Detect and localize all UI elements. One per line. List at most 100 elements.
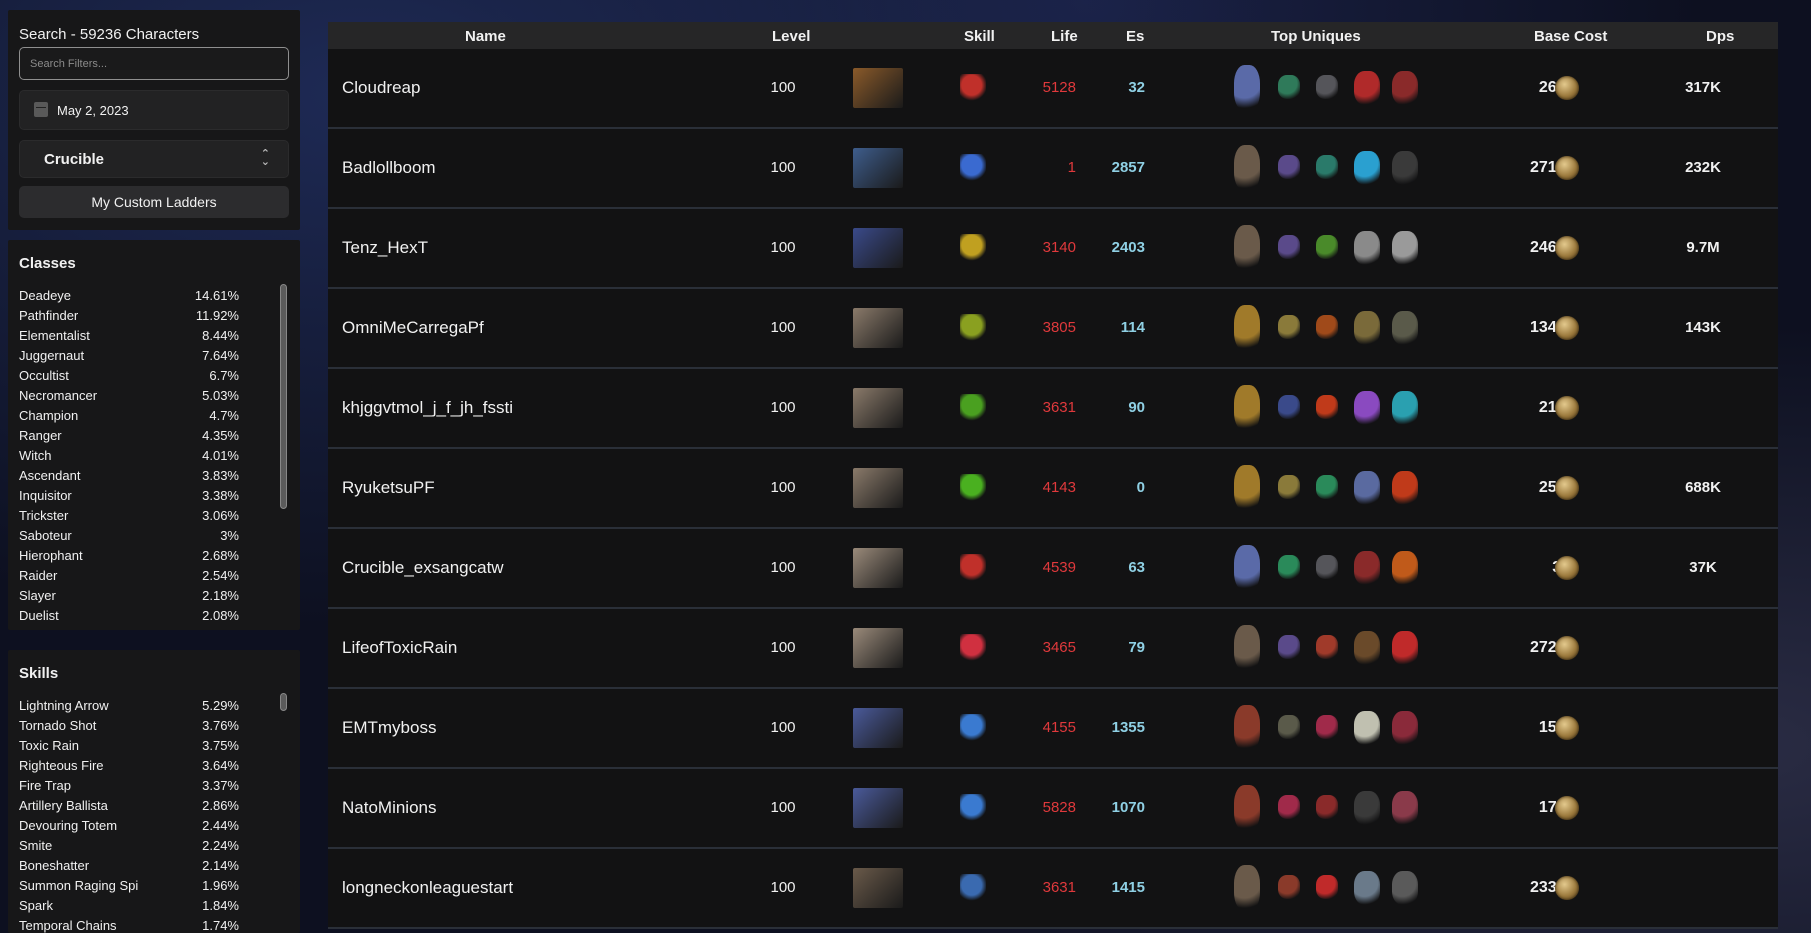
skill-item[interactable]: Artillery Ballista 2.86% [19,796,239,816]
unique-item-icon[interactable] [1234,705,1260,751]
unique-item-icon[interactable] [1354,711,1380,745]
unique-item-icon[interactable] [1316,555,1338,579]
unique-item-icon[interactable] [1316,155,1338,179]
class-item[interactable]: Saboteur 3% [19,526,239,546]
header-level[interactable]: Level [772,28,810,45]
unique-item-icon[interactable] [1234,625,1260,671]
unique-item-icon[interactable] [1278,875,1300,899]
class-item[interactable]: Ranger 4.35% [19,426,239,446]
unique-item-icon[interactable] [1234,465,1260,511]
unique-item-icon[interactable] [1392,471,1418,505]
unique-item-icon[interactable] [1316,475,1338,499]
unique-item-icon[interactable] [1392,791,1418,825]
character-name[interactable]: Badlollboom [342,129,436,207]
class-item[interactable]: Witch 4.01% [19,446,239,466]
class-item[interactable]: Inquisitor 3.38% [19,486,239,506]
character-name[interactable]: Tenz_HexT [342,209,428,287]
unique-item-icon[interactable] [1354,871,1380,905]
unique-item-icon[interactable] [1316,795,1338,819]
class-item[interactable]: Slayer 2.18% [19,586,239,606]
table-row[interactable]: longneckonleaguestart 100 3631 1415 233.4 [328,849,1778,929]
class-item[interactable]: Raider 2.54% [19,566,239,586]
skill-item[interactable]: Spark 1.84% [19,896,239,916]
unique-item-icon[interactable] [1316,235,1338,259]
unique-item-icon[interactable] [1234,785,1260,831]
header-dps[interactable]: Dps [1706,28,1734,45]
unique-item-icon[interactable] [1278,795,1300,819]
character-name[interactable]: Crucible_exsangcatw [342,529,504,607]
unique-item-icon[interactable] [1392,631,1418,665]
skill-item[interactable]: Smite 2.24% [19,836,239,856]
skill-item[interactable]: Toxic Rain 3.75% [19,736,239,756]
header-skill[interactable]: Skill [964,28,995,45]
unique-item-icon[interactable] [1392,151,1418,185]
table-row[interactable]: Crucible_exsangcatw1004539633337K [328,529,1778,609]
skills-scroll-thumb[interactable] [280,693,287,711]
header-uniques[interactable]: Top Uniques [1271,28,1361,45]
class-item[interactable]: Duelist 2.08% [19,606,239,626]
unique-item-icon[interactable] [1354,311,1380,345]
table-row[interactable]: LifeofToxicRain 100 3465 79 272.9 [328,609,1778,689]
unique-item-icon[interactable] [1316,715,1338,739]
header-base-cost[interactable]: Base Cost [1534,28,1607,45]
unique-item-icon[interactable] [1316,315,1338,339]
unique-item-icon[interactable] [1354,71,1380,105]
unique-item-icon[interactable] [1234,65,1260,111]
header-name[interactable]: Name [465,28,506,45]
table-row[interactable]: Badlollboom 100 1 2857 271.8 232K [328,129,1778,209]
unique-item-icon[interactable] [1316,875,1338,899]
unique-item-icon[interactable] [1278,235,1300,259]
character-name[interactable]: EMTmyboss [342,689,436,767]
table-row[interactable]: NatoMinions1005828107017.2 [328,769,1778,849]
unique-item-icon[interactable] [1354,551,1380,585]
skill-item[interactable]: Devouring Totem 2.44% [19,816,239,836]
character-name[interactable]: LifeofToxicRain [342,609,457,687]
table-row[interactable]: EMTmyboss1004155135515.9 [328,689,1778,769]
unique-item-icon[interactable] [1316,395,1338,419]
character-name[interactable]: longneckonleaguestart [342,849,513,927]
class-item[interactable]: Occultist 6.7% [19,366,239,386]
unique-item-icon[interactable] [1316,75,1338,99]
class-item[interactable]: Pathfinder 11.92% [19,306,239,326]
skill-item[interactable]: Tornado Shot 3.76% [19,716,239,736]
skill-item[interactable]: Boneshatter 2.14% [19,856,239,876]
header-life[interactable]: Life [1051,28,1078,45]
skill-item[interactable]: Summon Raging Spi 1.96% [19,876,239,896]
unique-item-icon[interactable] [1278,315,1300,339]
classes-scrollbar[interactable] [278,280,288,616]
unique-item-icon[interactable] [1354,151,1380,185]
unique-item-icon[interactable] [1392,231,1418,265]
search-input[interactable]: Search Filters... [19,47,289,80]
class-item[interactable]: Ascendant 3.83% [19,466,239,486]
unique-item-icon[interactable] [1316,635,1338,659]
unique-item-icon[interactable] [1278,75,1300,99]
unique-item-icon[interactable] [1234,865,1260,911]
character-name[interactable]: RyuketsuPF [342,449,435,527]
classes-scroll-thumb[interactable] [280,284,287,509]
table-row[interactable]: Cloudreap10051283226.2317K [328,49,1778,129]
class-item[interactable]: Deadeye 14.61% [19,286,239,306]
character-name[interactable]: NatoMinions [342,769,437,847]
unique-item-icon[interactable] [1234,545,1260,591]
skill-item[interactable]: Fire Trap 3.37% [19,776,239,796]
unique-item-icon[interactable] [1392,871,1418,905]
character-name[interactable]: Cloudreap [342,49,420,127]
unique-item-icon[interactable] [1354,631,1380,665]
character-name[interactable]: OmniMeCarregaPf [342,289,484,367]
class-item[interactable]: Hierophant 2.68% [19,546,239,566]
unique-item-icon[interactable] [1392,391,1418,425]
custom-ladders-button[interactable]: My Custom Ladders [19,186,289,218]
league-select[interactable]: Crucible ⌃ ⌄ [19,140,289,178]
skill-item[interactable]: Temporal Chains 1.74% [19,916,239,933]
class-item[interactable]: Trickster 3.06% [19,506,239,526]
table-row[interactable]: OmniMeCarregaPf 100 3805 114 134.1 143K [328,289,1778,369]
unique-item-icon[interactable] [1278,635,1300,659]
skill-item[interactable]: Lightning Arrow 5.29% [19,696,239,716]
unique-item-icon[interactable] [1354,231,1380,265]
unique-item-icon[interactable] [1278,715,1300,739]
unique-item-icon[interactable] [1278,155,1300,179]
class-item[interactable]: Necromancer 5.03% [19,386,239,406]
unique-item-icon[interactable] [1234,385,1260,431]
table-row[interactable]: khjggvtmol_j_f_jh_fssti10036319021.9 [328,369,1778,449]
unique-item-icon[interactable] [1354,791,1380,825]
